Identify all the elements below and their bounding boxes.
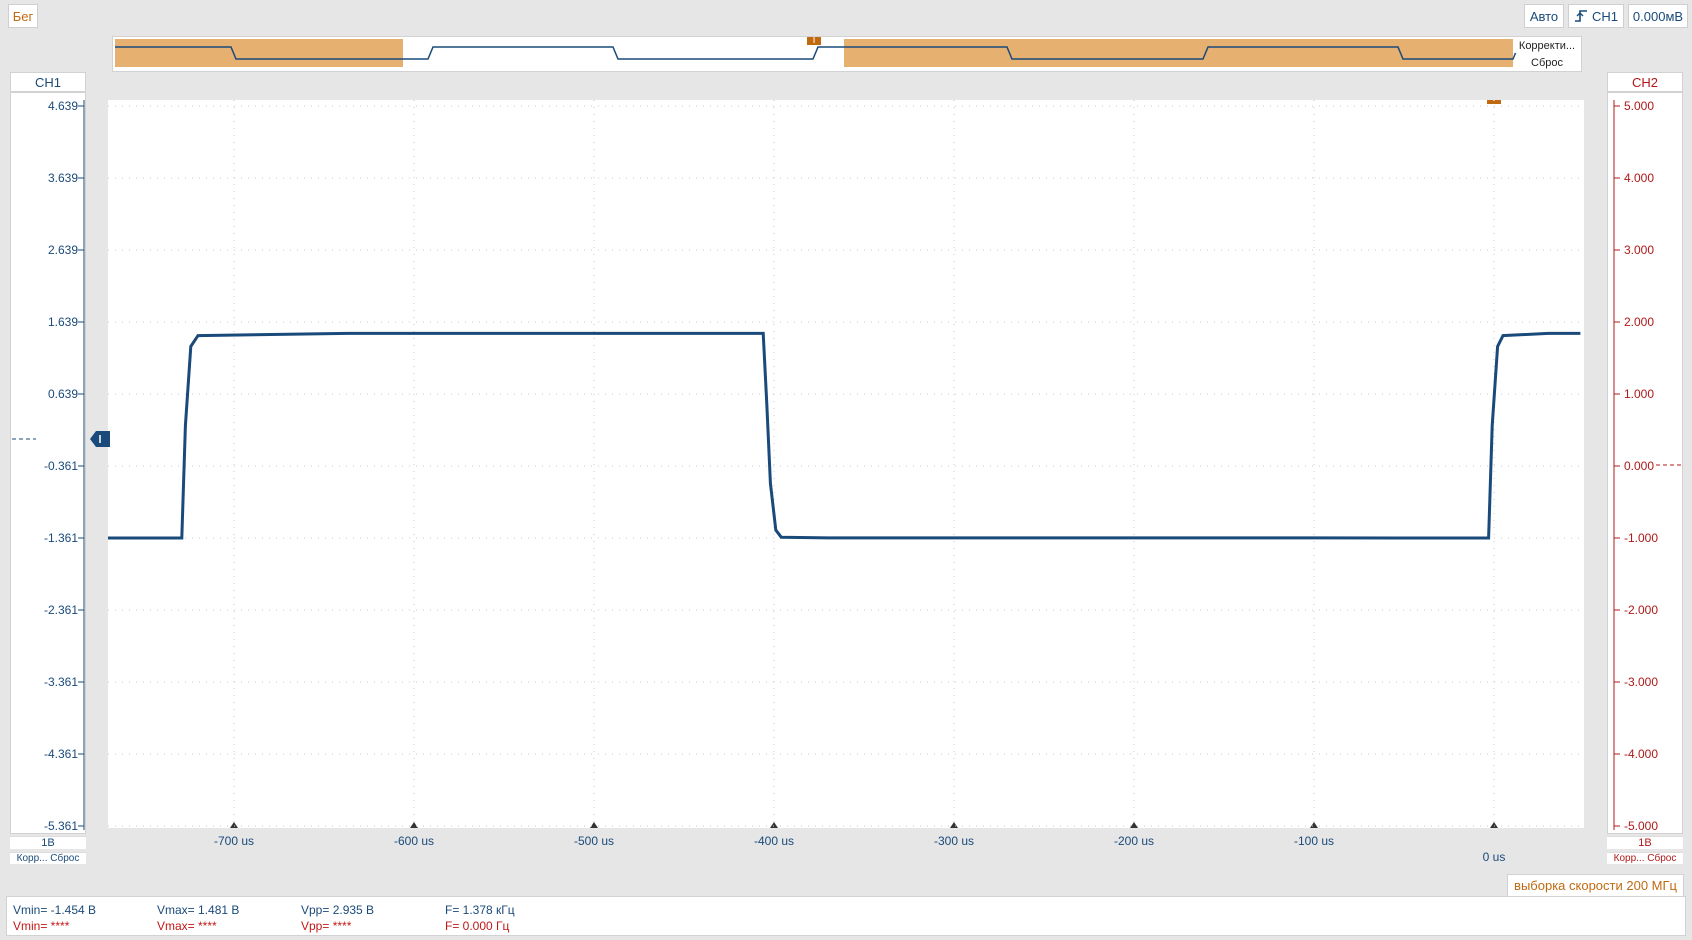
x-tick-marker xyxy=(230,822,238,828)
ch1-corr-button[interactable]: Корр... xyxy=(17,853,48,864)
waveform-svg[interactable]: T xyxy=(108,100,1584,828)
ch2-y-tick-label: 5.000 xyxy=(1624,99,1655,113)
x-tick-marker xyxy=(1490,822,1498,828)
ch1-y-tick-label: 4.639 xyxy=(47,99,78,113)
ch1-corr-reset[interactable]: Корр... Сброс xyxy=(10,852,86,864)
overview-trigger-marker: T xyxy=(807,37,821,46)
trigger-level-button[interactable]: 0.000мВ xyxy=(1628,4,1688,28)
trigger-marker-text: T xyxy=(1491,100,1498,104)
ch1-offset-marker[interactable] xyxy=(10,429,110,449)
ch2-y-tick-label: -5.000 xyxy=(1624,819,1659,833)
x-tick-marker xyxy=(1130,822,1138,828)
x-tick-marker xyxy=(950,822,958,828)
ch2-y-tick-label: 1.000 xyxy=(1624,387,1655,401)
x-tick-label: -500 us xyxy=(573,834,615,848)
waveform-plot[interactable]: T xyxy=(108,100,1584,828)
trigger-source-button[interactable]: CH1 xyxy=(1568,4,1624,28)
ch1-y-tick-label: -3.361 xyxy=(43,675,78,689)
trigger-edge-icon xyxy=(1574,10,1587,22)
ch1-axis-line xyxy=(78,100,85,830)
ch1-vpp: Vpp= 2.935 В xyxy=(301,903,375,917)
ch1-y-tick-label: -0.361 xyxy=(43,459,78,473)
x-tick-marker xyxy=(410,822,418,828)
ch2-y-tick-label: -1.000 xyxy=(1624,531,1659,545)
ch1-scale-label: 1В xyxy=(10,836,86,849)
x-tick-label: 0 us xyxy=(1482,850,1506,864)
ch2-vpp: Vpp= **** xyxy=(301,919,352,933)
x-tick-label: -100 us xyxy=(1293,834,1335,848)
ch2-axis-line xyxy=(1613,100,1620,830)
ch1-freq: F= 1.378 кГц xyxy=(445,903,515,917)
ch2-corr-button[interactable]: Корр... xyxy=(1614,853,1645,864)
ch2-y-tick-label: 3.000 xyxy=(1624,243,1655,257)
ch1-y-tick-label: -4.361 xyxy=(43,747,78,761)
x-tick-label: -300 us xyxy=(933,834,975,848)
x-tick-label: -600 us xyxy=(393,834,435,848)
ch1-y-tick-label: -1.361 xyxy=(43,531,78,545)
ch2-y-tick-label: -3.000 xyxy=(1624,675,1659,689)
ch1-y-tick-label: 2.639 xyxy=(47,243,78,257)
ch2-corr-reset[interactable]: Корр... Сброс xyxy=(1607,852,1683,864)
ch1-y-tick-label: 1.639 xyxy=(47,315,78,329)
ch2-vmin: Vmin= **** xyxy=(13,919,70,933)
ch2-tab[interactable]: CH2 xyxy=(1607,72,1683,92)
ch2-offset-marker[interactable] xyxy=(1656,460,1686,470)
overview-correction-button[interactable]: Корректи... xyxy=(1515,39,1579,53)
overview-reset-button[interactable]: Сброс xyxy=(1515,56,1579,70)
trigger-position-marker: T xyxy=(1487,100,1501,104)
trigger-mode-button[interactable]: Авто xyxy=(1524,4,1564,28)
overview-strip[interactable]: T Корректи... Сброс xyxy=(112,36,1582,72)
x-tick-marker xyxy=(1310,822,1318,828)
ch1-waveform xyxy=(108,331,1581,540)
ch2-y-tick-label: 4.000 xyxy=(1624,171,1655,185)
ch2-y-tick-label: -4.000 xyxy=(1624,747,1659,761)
ch2-freq: F= 0.000 Гц xyxy=(445,919,510,933)
ch1-vmax: Vmax= 1.481 В xyxy=(157,903,240,917)
ch1-y-tick-label: -5.361 xyxy=(43,819,78,833)
ch1-reset-button[interactable]: Сброс xyxy=(50,853,79,864)
overview-region-left xyxy=(115,39,403,67)
measurements-panel: Vmin= -1.454 В Vmax= 1.481 В Vpp= 2.935 … xyxy=(6,896,1686,936)
ch1-y-tick-label: -2.361 xyxy=(43,603,78,617)
ch1-vmin: Vmin= -1.454 В xyxy=(13,903,97,917)
overview-waveform[interactable]: T xyxy=(113,37,1583,73)
x-tick-label: -400 us xyxy=(753,834,795,848)
ch1-y-tick-label: 3.639 xyxy=(47,171,78,185)
ch2-reset-button[interactable]: Сброс xyxy=(1647,853,1676,864)
overview-region-right xyxy=(844,39,1513,67)
x-tick-marker xyxy=(770,822,778,828)
x-tick-marker xyxy=(590,822,598,828)
x-tick-label: -700 us xyxy=(213,834,255,848)
ch2-y-tick-label: -2.000 xyxy=(1624,603,1659,617)
sample-rate-label: выборка скорости 200 МГц xyxy=(1507,874,1684,897)
ch2-vmax: Vmax= **** xyxy=(157,919,217,933)
ch1-tab[interactable]: CH1 xyxy=(10,72,86,92)
ch2-y-tick-label: 2.000 xyxy=(1624,315,1655,329)
x-tick-label: -200 us xyxy=(1113,834,1155,848)
ch1-y-tick-label: 0.639 xyxy=(47,387,78,401)
run-button[interactable]: Бег xyxy=(8,4,38,28)
overview-trigger-text: T xyxy=(811,37,817,46)
trigger-source-label: CH1 xyxy=(1591,8,1618,24)
